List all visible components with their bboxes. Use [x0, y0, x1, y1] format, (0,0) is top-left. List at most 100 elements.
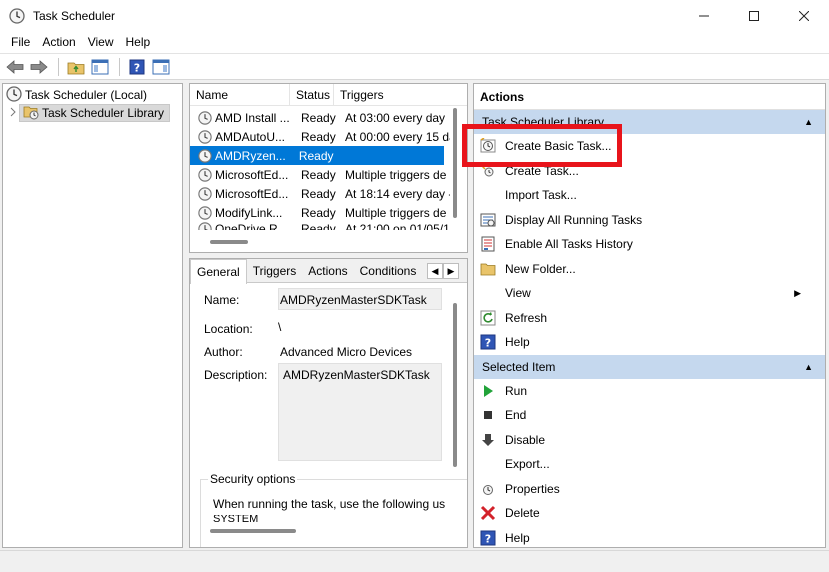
action-refresh[interactable]: Refresh: [474, 306, 825, 331]
forward-button[interactable]: [28, 56, 50, 78]
tree-library-selected[interactable]: Task Scheduler Library: [19, 104, 171, 122]
author-label: Author:: [204, 345, 243, 359]
run-icon: [480, 383, 496, 399]
svg-text:?: ?: [485, 337, 491, 350]
table-row[interactable]: AMD Install ... Ready At 03:00 every day: [190, 108, 467, 127]
task-trigger-cell: At 18:14 every day -: [345, 186, 450, 201]
status-bar: [0, 550, 829, 572]
task-clock-icon: [198, 148, 212, 163]
back-arrow-icon: [6, 59, 24, 74]
location-value: \: [278, 320, 282, 334]
description-label: Description:: [204, 368, 268, 382]
column-header-name[interactable]: Name: [190, 84, 290, 106]
tab-scroll-right-icon[interactable]: ▶: [443, 263, 459, 279]
task-trigger-cell: Multiple triggers de: [345, 205, 447, 220]
tree-node-library[interactable]: Task Scheduler Library: [3, 104, 182, 122]
action-delete[interactable]: Delete: [474, 501, 825, 526]
task-status-cell: Ready: [298, 148, 334, 163]
clock-icon: [6, 85, 22, 105]
action-export[interactable]: Export...: [474, 452, 825, 477]
action-display-all-running-tasks[interactable]: Display All Running Tasks: [474, 208, 825, 233]
help-button[interactable]: ?: [126, 56, 148, 78]
action-label: Run: [505, 383, 528, 398]
action-label: End: [505, 408, 527, 423]
properties-icon: [480, 481, 496, 497]
column-header-triggers[interactable]: Triggers: [334, 84, 454, 106]
description-value: AMDRyzenMasterSDKTask: [283, 368, 430, 382]
refresh-icon: [480, 310, 496, 326]
history-icon: [480, 236, 496, 252]
task-clock-icon: [198, 167, 212, 182]
tab-conditions[interactable]: Conditions: [354, 259, 423, 282]
task-name-cell: OneDrive R...: [215, 222, 288, 230]
security-options-group: [200, 479, 467, 547]
chevron-right-icon[interactable]: [9, 106, 19, 120]
title-bar: Task Scheduler: [0, 0, 829, 31]
up-folder-button[interactable]: [65, 56, 87, 78]
action-new-folder[interactable]: New Folder...: [474, 257, 825, 282]
help-icon: ?: [480, 334, 496, 350]
minimize-button[interactable]: [679, 0, 729, 31]
task-list-hscroll-thumb[interactable]: [210, 240, 248, 244]
action-help[interactable]: ? Help: [474, 526, 825, 548]
close-button[interactable]: [779, 0, 829, 31]
action-end[interactable]: End: [474, 403, 825, 428]
task-list-vscroll-thumb[interactable]: [453, 108, 457, 218]
task-scheduler-app-icon: [9, 7, 25, 24]
maximize-button[interactable]: [729, 0, 779, 31]
location-label: Location:: [204, 322, 253, 336]
action-view[interactable]: View ▶: [474, 281, 825, 306]
console-tree-icon: [91, 59, 109, 74]
table-row[interactable]: AMDAutoU... Ready At 00:00 every 15 da: [190, 127, 467, 146]
section-header-selected[interactable]: Selected Item ▲: [474, 354, 825, 379]
task-name-cell: AMDRyzen...: [215, 148, 286, 163]
show-hide-console-tree-button[interactable]: [89, 56, 111, 78]
task-clock-icon: [198, 129, 212, 144]
menu-action[interactable]: Action: [36, 35, 81, 49]
action-help[interactable]: ? Help: [474, 330, 825, 355]
task-name-cell: ModifyLink...: [215, 205, 283, 220]
menu-help[interactable]: Help: [120, 35, 157, 49]
table-row[interactable]: MicrosoftEd... Ready Multiple triggers de: [190, 165, 467, 184]
svg-text:?: ?: [134, 61, 140, 74]
action-pane-icon: [152, 59, 170, 74]
tree-root-label: Task Scheduler (Local): [25, 88, 148, 102]
table-row[interactable]: AMDRyzen... Ready: [190, 146, 444, 165]
action-properties[interactable]: Properties: [474, 477, 825, 502]
task-name-cell: AMDAutoU...: [215, 129, 286, 144]
task-clock-icon: [198, 186, 212, 201]
forward-arrow-icon: [30, 59, 48, 74]
back-button[interactable]: [4, 56, 26, 78]
collapse-up-icon[interactable]: ▲: [804, 110, 813, 134]
detail-hscroll-thumb[interactable]: [210, 529, 296, 533]
action-disable[interactable]: Disable: [474, 428, 825, 453]
task-trigger-cell: At 03:00 every day: [345, 110, 446, 125]
tab-actions[interactable]: Actions: [302, 259, 353, 282]
tree-node-root[interactable]: Task Scheduler (Local): [3, 85, 182, 105]
action-enable-all-tasks-history[interactable]: Enable All Tasks History: [474, 232, 825, 257]
collapse-up-icon[interactable]: ▲: [804, 355, 813, 379]
show-hide-action-pane-button[interactable]: [150, 56, 172, 78]
task-list-header: Name Status Triggers: [190, 84, 467, 106]
maximize-icon: [749, 10, 759, 21]
task-status-cell: Ready: [301, 222, 336, 230]
detail-vscroll-thumb[interactable]: [453, 303, 457, 467]
task-status-cell: Ready: [301, 205, 336, 220]
detail-tabs: General Triggers Actions Conditions ◀ ▶: [190, 259, 467, 284]
task-list: Name Status Triggers AMD Install ... Read…: [189, 83, 468, 253]
column-header-status[interactable]: Status: [290, 84, 334, 106]
menu-file[interactable]: File: [5, 35, 36, 49]
action-label: Import Task...: [505, 188, 577, 203]
security-account: SYSTEM: [213, 515, 259, 523]
table-row[interactable]: ModifyLink... Ready Multiple triggers de: [190, 203, 467, 222]
table-row[interactable]: MicrosoftEd... Ready At 18:14 every day -: [190, 184, 467, 203]
table-row[interactable]: OneDrive R... Ready At 21:00 on 01/05/1: [190, 222, 467, 230]
menu-view[interactable]: View: [82, 35, 120, 49]
task-trigger-cell: Multiple triggers de: [345, 167, 447, 182]
task-name-cell: AMD Install ...: [215, 110, 290, 125]
action-run[interactable]: Run: [474, 379, 825, 404]
tab-general[interactable]: General: [190, 259, 247, 284]
action-import-task[interactable]: Import Task...: [474, 183, 825, 208]
tab-scroll-left-icon[interactable]: ◀: [427, 263, 443, 279]
tab-triggers[interactable]: Triggers: [247, 259, 303, 282]
